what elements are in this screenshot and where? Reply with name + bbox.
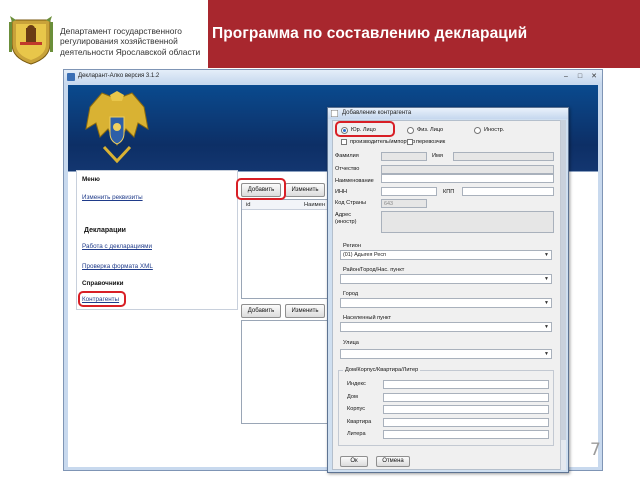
dialog-titlebar: Добавление контрагента [328,108,568,119]
org-name-label: Наименование [335,178,374,184]
counterparty-grid[interactable]: id Наимен [241,199,329,299]
inn-input[interactable] [381,187,437,196]
patronymic-input[interactable] [381,165,554,174]
country-code-input[interactable]: 643 [381,199,427,208]
ok-button[interactable]: Ок [340,456,368,467]
chevron-down-icon: ▼ [544,351,549,357]
radio-individual[interactable] [407,127,414,134]
region-label: Регион [343,243,361,249]
yaroslavl-coat-of-arms-icon [9,16,53,65]
surname-input[interactable] [381,152,427,161]
double-headed-eagle-icon [85,91,149,164]
radio-foreign-label: Иностр. [484,127,505,133]
city-select[interactable]: ▼ [340,298,552,308]
building-label: Корпус [347,406,366,412]
slide-header: Департамент государственного регулирован… [0,0,640,70]
checkbox-carrier-label: перевозчик [416,139,446,145]
window-title: Декларант-Алко версия 3.1.2 [78,73,160,79]
column-name: Наимен [304,202,326,208]
house-input[interactable] [383,393,549,402]
address-input[interactable] [381,211,554,233]
street-select[interactable]: ▼ [340,349,552,359]
org-name-input[interactable] [381,174,554,183]
street-label: Улица [343,340,359,346]
checkbox-producer[interactable] [341,139,347,145]
top-edit-button[interactable]: Изменить [285,183,325,197]
firstname-input[interactable] [453,152,554,161]
index-label: Индекс [347,381,366,387]
settlement-label: Населенный пункт [343,315,392,321]
letter-label: Литера [347,431,366,437]
menu-item-check-xml[interactable]: Проверка формата XML [82,263,153,270]
patronymic-label: Отчество [335,166,360,172]
menu-item-work-with-declarations[interactable]: Работа с декларациями [82,243,152,250]
chevron-down-icon: ▼ [544,252,549,258]
menu-section-declarations: Декларации [84,227,126,234]
menu-panel [76,170,238,310]
inn-label: ИНН [335,189,348,195]
country-code-label: Код Страны [335,200,366,206]
app-icon [67,73,75,81]
menu-header: Меню [82,176,100,183]
maximize-button[interactable]: □ [574,72,586,81]
kpp-input[interactable] [462,187,554,196]
grid-header-row: id Наимен [242,200,328,210]
building-input[interactable] [383,405,549,414]
dialog-scrollbar[interactable] [560,120,566,470]
house-group-label: Дом/Корпус/Квартира/Литер [343,367,421,373]
index-input[interactable] [383,380,549,389]
apartment-label: Квартира [347,419,372,425]
column-id: id [246,202,251,208]
radio-foreign[interactable] [474,127,481,134]
bottom-add-button[interactable]: Добавить [241,304,281,318]
district-select[interactable]: ▼ [340,274,552,284]
menu-section-references: Справочники [82,280,124,287]
chevron-down-icon: ▼ [544,300,549,306]
bottom-edit-button[interactable]: Изменить [285,304,325,318]
kpp-label: КПП [443,189,455,195]
page-number: 7 [590,440,601,460]
checkbox-carrier[interactable] [407,139,413,145]
department-name: Департамент государственного регулирован… [60,26,201,57]
window-titlebar: Декларант-Алко версия 3.1.2 – □ ✕ [64,70,602,84]
menu-item-change-requisites[interactable]: Изменить реквизиты [82,194,143,201]
minimize-button[interactable]: – [560,72,572,81]
chevron-down-icon: ▼ [544,324,549,330]
slide-title: Программа по составлению деклараций [212,25,528,42]
scroll-thumb[interactable] [561,120,566,440]
region-select[interactable]: (01) Адыгея Респ ▼ [340,250,552,260]
house-label: Дом [347,394,358,400]
surname-label: Фамилия [335,153,359,159]
region-value: (01) Адыгея Респ [343,252,386,258]
apartment-input[interactable] [383,418,549,427]
city-label: Город [343,291,359,297]
radio-individual-label: Физ. Лицо [417,127,444,133]
letter-input[interactable] [383,430,549,439]
address-label: Адрес (иностр) [335,212,357,225]
dialog-icon [331,110,338,117]
country-code-value: 643 [384,201,393,207]
highlight-legal-entity [335,121,395,137]
highlight-counterparties [78,291,126,307]
secondary-grid[interactable] [241,320,329,424]
settlement-select[interactable]: ▼ [340,322,552,332]
close-button[interactable]: ✕ [588,72,600,81]
firstname-label: Имя [432,153,443,159]
district-label: Район/Город/Нас. пункт [343,267,405,273]
dialog-title: Добавление контрагента [342,110,412,116]
highlight-add-button [236,178,286,200]
cancel-button[interactable]: Отмена [376,456,410,467]
chevron-down-icon: ▼ [544,276,549,282]
checkbox-producer-label: производитель/импортер [350,139,416,145]
